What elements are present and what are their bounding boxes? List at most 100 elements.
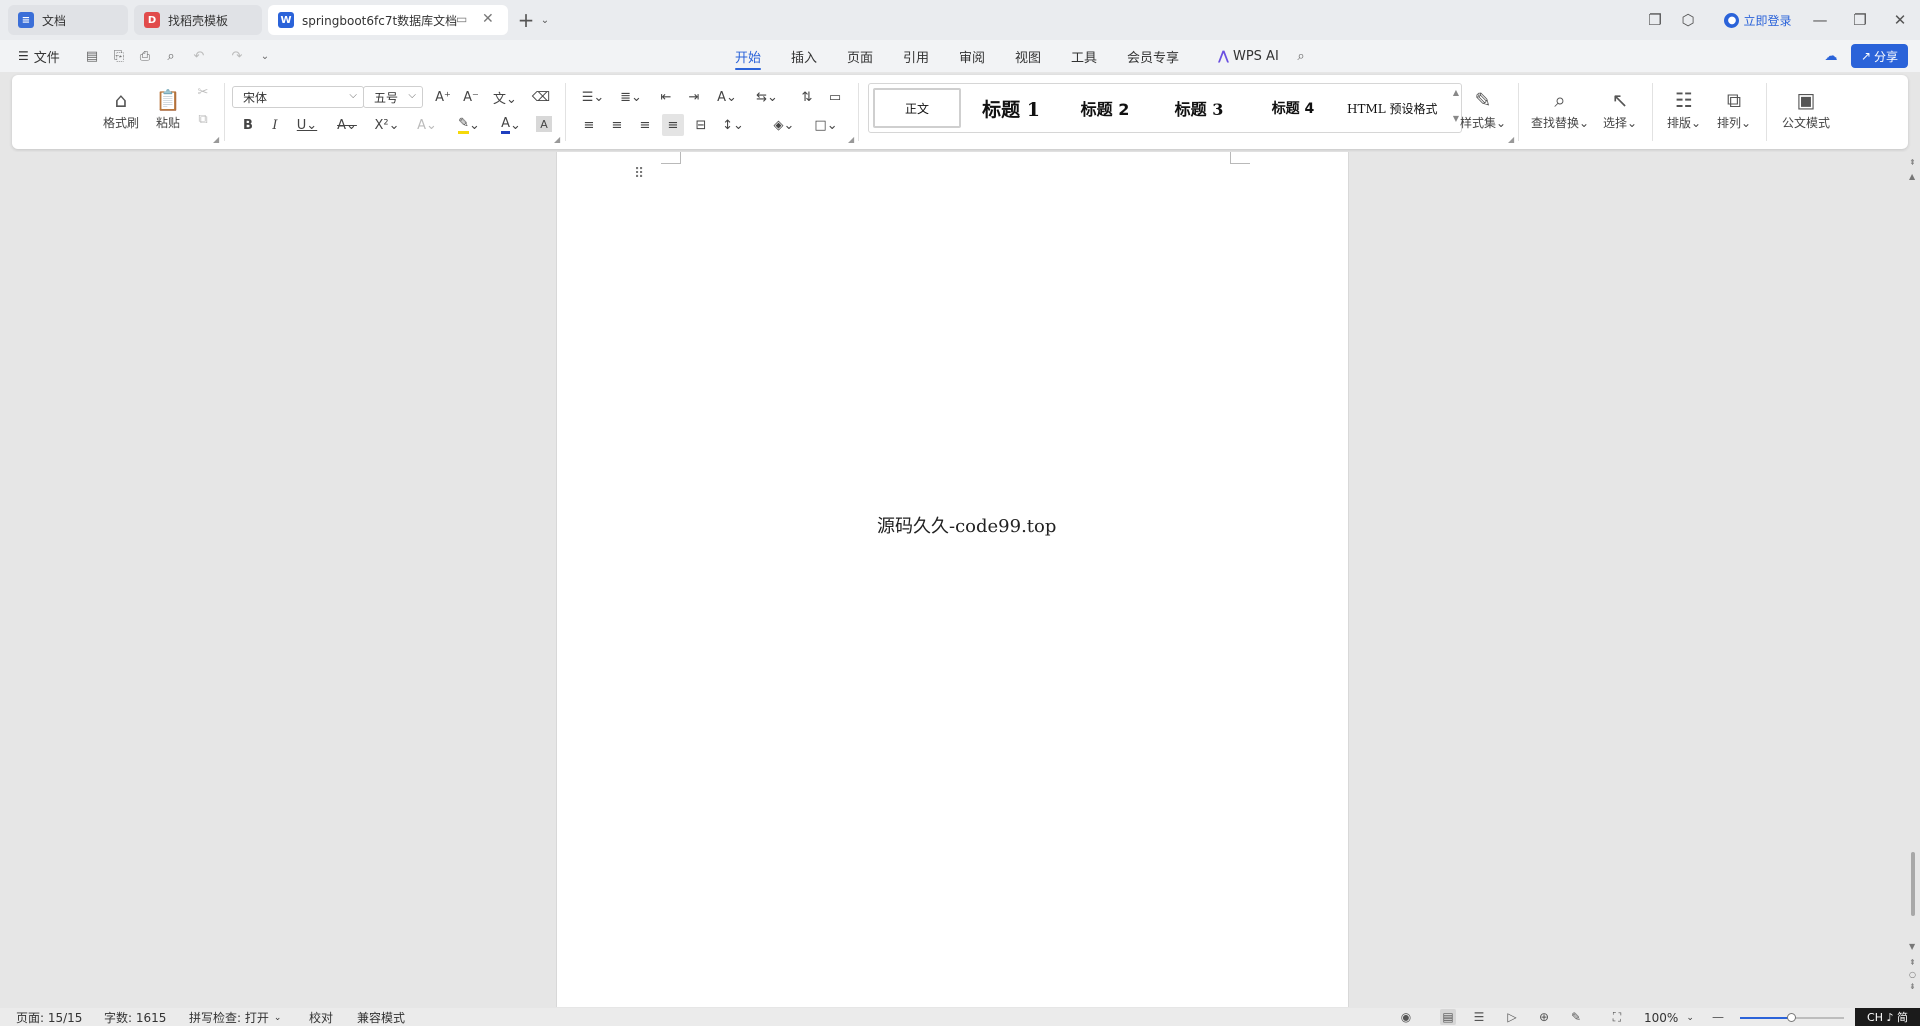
phonetic-guide-icon[interactable]: 文⌄	[490, 86, 520, 108]
highlight-color-button[interactable]: ✎ ⌄	[452, 114, 486, 136]
input-method-indicator[interactable]: CH ♪ 简	[1855, 1008, 1920, 1026]
tab-docer-templates[interactable]: D 找稻壳模板	[134, 5, 262, 35]
document-page[interactable]: ⠿ 源码久久-code99.top	[556, 152, 1349, 1007]
align-left-icon[interactable]: ≡	[578, 114, 600, 136]
paragraph-launcher-icon[interactable]: ◢	[848, 135, 854, 144]
justify-icon[interactable]: ≡	[662, 114, 684, 136]
web-layout-icon[interactable]: ⊕	[1536, 1009, 1552, 1025]
tab-insert[interactable]: 插入	[791, 40, 817, 72]
text-direction-icon[interactable]: A⌄	[712, 86, 742, 108]
clipboard-launcher-icon[interactable]: ◢	[213, 135, 219, 144]
style-normal[interactable]: 正文	[873, 88, 961, 128]
login-button[interactable]: ● 立即登录	[1712, 8, 1804, 32]
find-replace-button[interactable]: ⌕ 查找替换⌄	[1528, 83, 1592, 133]
tab-page[interactable]: 页面	[847, 40, 873, 72]
search-icon[interactable]: ⌕	[1292, 47, 1310, 65]
zoom-slider[interactable]	[1740, 1013, 1844, 1022]
print-preview-icon[interactable]: ⌕	[162, 47, 180, 65]
style-html-preformatted[interactable]: HTML 预设格式	[1341, 88, 1451, 128]
tab-home[interactable]: 开始	[735, 40, 762, 72]
reading-mode-icon[interactable]: ▷	[1504, 1009, 1520, 1025]
outline-view-icon[interactable]: ☰	[1471, 1009, 1487, 1025]
shrink-font-icon[interactable]: A⁻	[460, 86, 482, 108]
tab-tools[interactable]: 工具	[1071, 40, 1097, 72]
new-tab-button[interactable]: +	[515, 8, 537, 32]
zoom-out-icon[interactable]: —	[1710, 1009, 1726, 1025]
cloud-upload-icon[interactable]: ☁	[1822, 47, 1840, 65]
page-view-icon[interactable]: ▤	[1440, 1009, 1456, 1025]
style-heading-3[interactable]: 标题 3	[1153, 88, 1245, 128]
wps-ai-button[interactable]: ⋀ WPS AI	[1218, 40, 1279, 72]
shading-icon[interactable]: ◈⌄	[769, 114, 799, 136]
write-mode-icon[interactable]: ✎	[1568, 1009, 1584, 1025]
tab-docs[interactable]: ≡ 文档	[8, 5, 128, 35]
strikethrough-icon[interactable]: A⌄	[332, 114, 362, 136]
select-button[interactable]: ↖ 选择⌄	[1598, 83, 1642, 133]
scroll-top-icon[interactable]: ⇞	[1909, 158, 1916, 167]
tab-references[interactable]: 引用	[903, 40, 929, 72]
scroll-up-icon[interactable]: ▲	[1909, 172, 1915, 181]
bullet-list-icon[interactable]: ☰⌄	[578, 86, 608, 108]
share-button[interactable]: ↗ 分享	[1851, 44, 1908, 68]
close-window-icon[interactable]: ✕	[1888, 8, 1912, 32]
fit-page-icon[interactable]: ⛶	[1609, 1009, 1625, 1025]
numbered-list-icon[interactable]: ≣⌄	[616, 86, 646, 108]
align-right-icon[interactable]: ≡	[634, 114, 656, 136]
superscript-icon[interactable]: X²⌄	[372, 114, 402, 136]
cube-icon[interactable]: ⬡	[1678, 8, 1698, 32]
font-size-select[interactable]: 五号 ⌵	[363, 86, 423, 108]
line-spacing-icon[interactable]: ↕⌄	[718, 114, 748, 136]
proofread-button[interactable]: 校对	[309, 1009, 333, 1026]
chinese-layout-icon[interactable]: ⇆⌄	[752, 86, 782, 108]
select-browse-object-icon[interactable]: ○	[1909, 970, 1916, 979]
sort-icon[interactable]: ⇅	[796, 86, 818, 108]
italic-icon[interactable]: I	[264, 114, 286, 136]
tab-list-chevron-icon[interactable]: ⌄	[538, 8, 552, 32]
document-body-text[interactable]: 源码久久-code99.top	[877, 512, 1056, 538]
print-icon[interactable]: ⎙	[136, 47, 154, 65]
tab-review[interactable]: 审阅	[959, 40, 985, 72]
undo-icon[interactable]: ↶	[190, 47, 208, 65]
text-effect-icon[interactable]: A⌄	[412, 114, 442, 136]
underline-icon[interactable]: U⌄	[292, 114, 322, 136]
align-center-icon[interactable]: ≡	[606, 114, 628, 136]
copy-icon[interactable]: ⧉	[192, 108, 214, 130]
bold-icon[interactable]: B	[237, 114, 259, 136]
font-color-button[interactable]: A ⌄	[494, 114, 528, 136]
character-shading-icon[interactable]: A	[536, 116, 552, 132]
styles-launcher-icon[interactable]: ◢	[1508, 135, 1514, 144]
scrollbar-thumb[interactable]	[1911, 852, 1915, 916]
show-marks-icon[interactable]: ▭	[824, 86, 846, 108]
decrease-indent-icon[interactable]: ⇤	[655, 86, 677, 108]
next-page-icon[interactable]: ⇟	[1909, 982, 1916, 991]
scroll-down-icon[interactable]: ▼	[1909, 942, 1915, 951]
font-launcher-icon[interactable]: ◢	[554, 135, 560, 144]
layout-button[interactable]: ☷ 排版⌄	[1662, 83, 1706, 133]
paragraph-drag-handle-icon[interactable]: ⠿	[634, 166, 644, 182]
style-heading-4[interactable]: 标题 4	[1249, 88, 1337, 128]
distributed-align-icon[interactable]: ⊟	[690, 114, 712, 136]
paste-button[interactable]: 📋 粘贴	[148, 83, 188, 133]
style-heading-2[interactable]: 标题 2	[1059, 88, 1151, 128]
word-count[interactable]: 字数: 1615	[104, 1009, 166, 1026]
tab-view[interactable]: 视图	[1015, 40, 1041, 72]
style-heading-1[interactable]: 标题 1	[967, 88, 1055, 128]
zoom-slider-knob[interactable]	[1787, 1013, 1796, 1022]
export-pdf-icon[interactable]: ⎘	[110, 47, 128, 65]
format-painter-button[interactable]: ⌂ 格式刷	[98, 83, 144, 133]
zoom-level[interactable]: 100% ⌄	[1644, 1009, 1694, 1026]
previous-page-icon[interactable]: ⇞	[1909, 958, 1916, 967]
save-icon[interactable]: ▤	[83, 47, 101, 65]
redo-icon[interactable]: ↷	[228, 47, 246, 65]
increase-indent-icon[interactable]: ⇥	[683, 86, 705, 108]
style-set-button[interactable]: ✎ 样式集⌄	[1456, 83, 1510, 133]
tab-current-document[interactable]: W springboot6fc7t数据库文档 ▭ ✕	[268, 5, 508, 35]
arrange-button[interactable]: ⧉ 排列⌄	[1712, 83, 1756, 133]
spell-check-toggle[interactable]: 拼写检查: 打开 ⌄	[189, 1009, 281, 1026]
border-icon[interactable]: □⌄	[811, 114, 841, 136]
close-tab-icon[interactable]: ✕	[482, 11, 494, 27]
vertical-scrollbar[interactable]: ⇞ ▲ ▼ ⇞ ○ ⇟	[1906, 152, 1920, 1007]
clear-format-icon[interactable]: ⌫	[530, 86, 552, 108]
font-name-select[interactable]: 宋体 ⌵	[232, 86, 364, 108]
eye-protection-icon[interactable]: ◉	[1398, 1009, 1414, 1025]
